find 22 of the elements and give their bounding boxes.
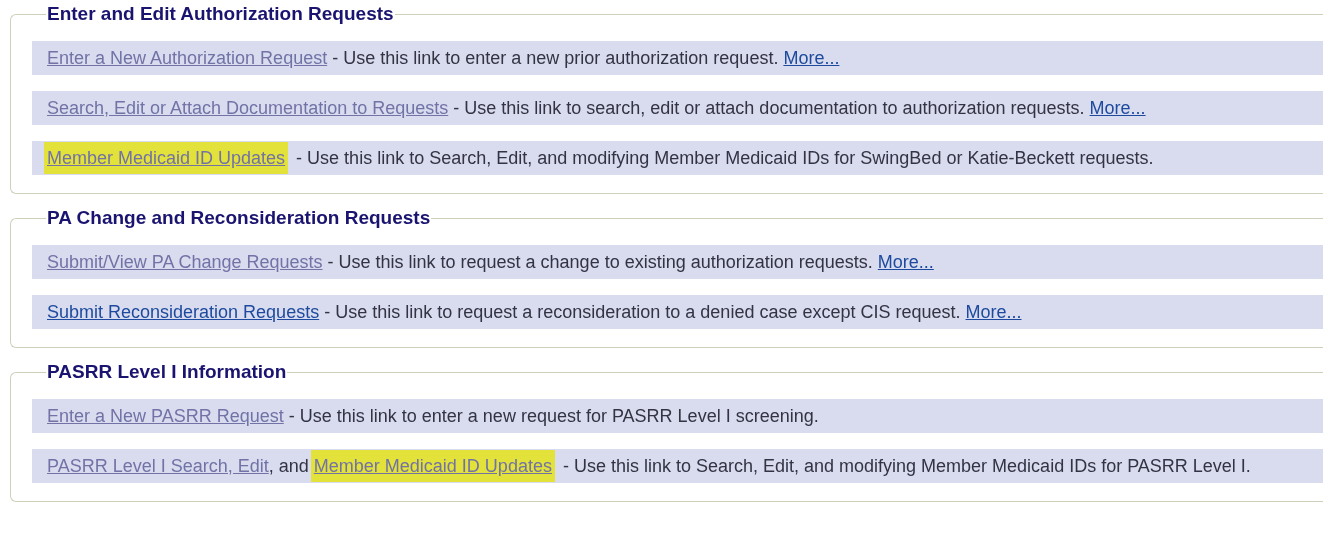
link[interactable]: More...	[965, 302, 1022, 322]
link-description: Search, Edit or Attach Documentation to Requests - Use this link to search, edit or attach documentation to authorization requests. More...	[32, 91, 1323, 125]
link-description: Enter a New PASRR Request - Use this link to enter a new request for PASRR Level I screening.	[32, 399, 1323, 433]
section-title: PA Change and Reconsideration Requests	[46, 206, 432, 230]
link[interactable]: Enter a New Authorization Request	[47, 48, 328, 68]
link[interactable]: More...	[783, 48, 840, 68]
section-title: Enter and Edit Authorization Requests	[46, 2, 395, 26]
link[interactable]: Search, Edit or Attach Documentation to Requests	[47, 98, 449, 118]
link[interactable]: Submit Reconsideration Requests	[47, 302, 320, 322]
link[interactable]: More...	[877, 252, 934, 272]
section-title: PASRR Level I Information	[46, 360, 288, 384]
link-description: PASRR Level I Search, Edit, and Member Medicaid ID Updates - Use this link to Search, Edit, and modifying Member Medicaid IDs for PASRR Level I.	[32, 449, 1323, 483]
link[interactable]: Submit/View PA Change Requests	[47, 252, 323, 272]
link-description: Enter a New Authorization Request - Use this link to enter a new prior authorization request. More...	[32, 41, 1323, 75]
link[interactable]: Enter a New PASRR Request	[47, 406, 284, 426]
link[interactable]: Member Medicaid ID Updates	[44, 142, 289, 174]
link-description: Submit Reconsideration Requests - Use this link to request a reconsideration to a denied case except CIS request. More...	[32, 295, 1323, 329]
link-description: Member Medicaid ID Updates - Use this link to Search, Edit, and modifying Member Medicaid IDs for SwingBed or Katie-Beckett requests.	[32, 141, 1323, 175]
link-description: Submit/View PA Change Requests - Use this link to request a change to existing authorization requests. More...	[32, 245, 1323, 279]
link[interactable]: PASRR Level I Search, Edit	[47, 456, 269, 476]
link[interactable]: More...	[1089, 98, 1146, 118]
link[interactable]: Member Medicaid ID Updates	[310, 450, 555, 482]
